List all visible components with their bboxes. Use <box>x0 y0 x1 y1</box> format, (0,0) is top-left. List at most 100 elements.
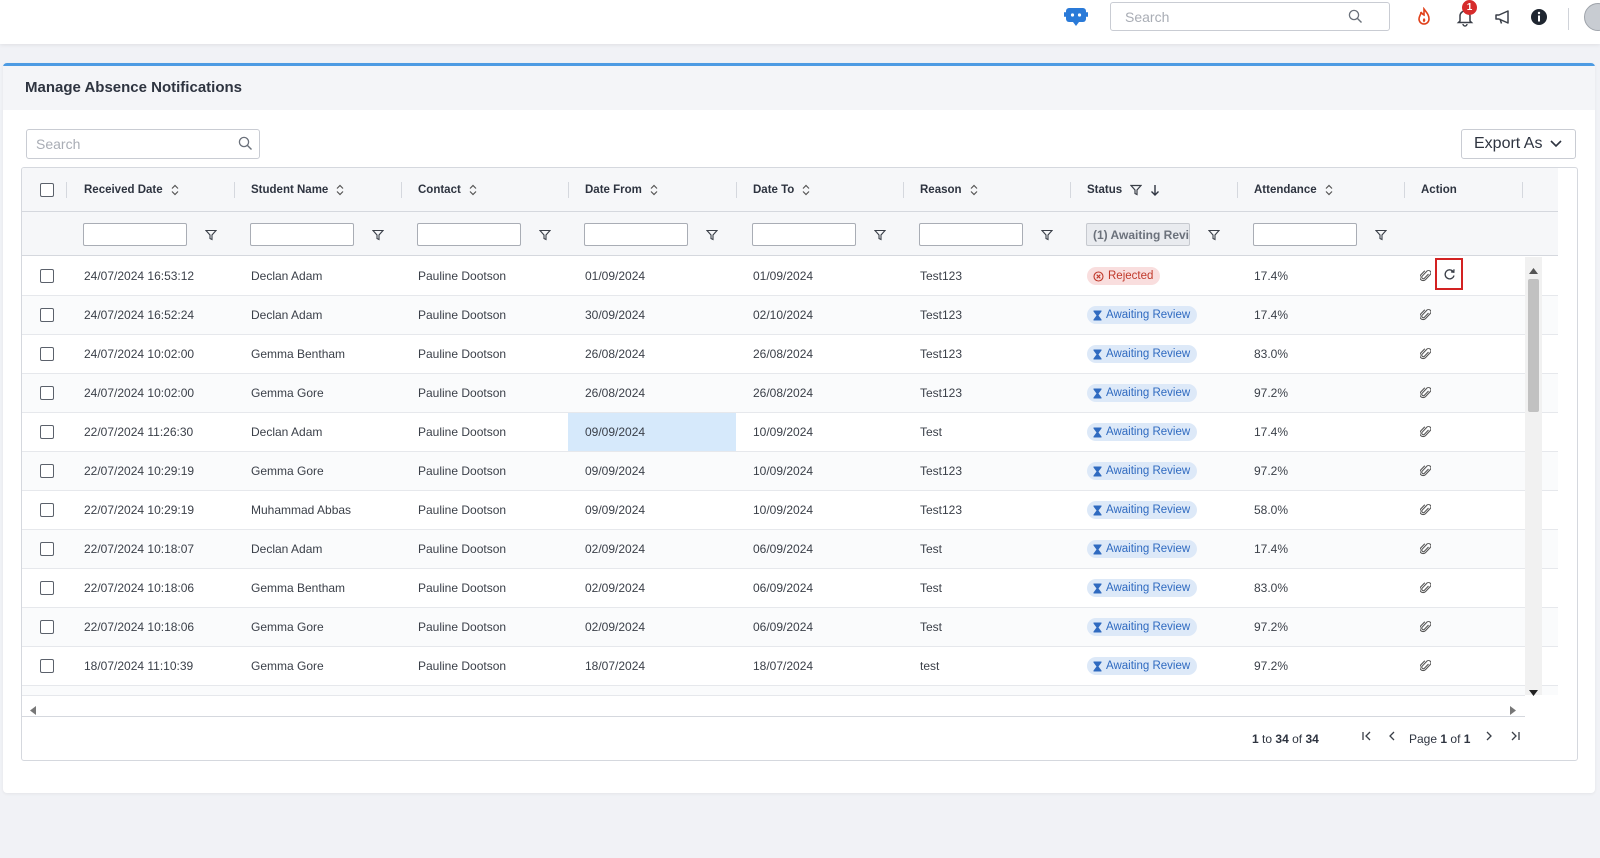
sort-icon[interactable] <box>171 184 179 196</box>
date-to-cell: 06/09/2024 <box>753 620 814 634</box>
table-row[interactable]: 22/07/2024 10:18:07 Declan Adam Pauline … <box>22 530 1558 569</box>
filter-icon[interactable] <box>538 228 552 246</box>
date-from-cell[interactable]: 09/09/2024 <box>585 413 645 451</box>
sort-descending-icon[interactable] <box>1150 184 1160 196</box>
column-header-attendance[interactable]: Attendance <box>1254 168 1333 212</box>
horizontal-scrollbar[interactable] <box>22 695 1525 717</box>
filter-reason-input[interactable] <box>919 223 1023 246</box>
vertical-scrollbar[interactable] <box>1525 257 1542 696</box>
attendance-cell: 83.0% <box>1254 347 1289 361</box>
filter-icon[interactable] <box>1207 228 1221 246</box>
sort-icon[interactable] <box>336 184 344 196</box>
table-row[interactable]: 22/07/2024 10:18:06 Gemma Gore Pauline D… <box>22 608 1558 647</box>
table-row[interactable]: 22/07/2024 10:18:06 Gemma Bentham Paulin… <box>22 569 1558 608</box>
row-checkbox[interactable] <box>40 620 54 634</box>
scroll-down-arrow-icon[interactable] <box>1529 683 1538 701</box>
row-checkbox[interactable] <box>40 503 54 517</box>
grid-body: 24/07/2024 16:53:12 Declan Adam Pauline … <box>22 257 1558 695</box>
sort-icon[interactable] <box>650 184 658 196</box>
first-page-icon[interactable] <box>1361 730 1373 745</box>
filter-active-icon[interactable] <box>1130 184 1143 196</box>
filter-icon[interactable] <box>1040 228 1054 246</box>
attendance-cell: 17.4% <box>1254 425 1289 439</box>
megaphone-icon[interactable] <box>1494 7 1514 27</box>
column-header-contact[interactable]: Contact <box>418 168 477 212</box>
contact-cell: Pauline Dootson <box>418 464 507 478</box>
scroll-up-arrow-icon[interactable] <box>1529 261 1538 279</box>
grid-search-input[interactable] <box>27 130 217 158</box>
fire-icon[interactable] <box>1414 6 1434 27</box>
table-row[interactable]: 18/07/2024 11:10:39 Gemma Gore Pauline D… <box>22 647 1558 686</box>
row-checkbox[interactable] <box>40 308 54 322</box>
table-row[interactable]: 24/07/2024 10:02:00 Gemma Bentham Paulin… <box>22 335 1558 374</box>
filter-status-input[interactable] <box>1086 223 1190 246</box>
attachment-icon[interactable] <box>1419 659 1432 675</box>
sort-icon[interactable] <box>802 184 810 196</box>
attachment-icon[interactable] <box>1419 581 1432 597</box>
filter-icon[interactable] <box>204 228 218 246</box>
row-checkbox[interactable] <box>40 425 54 439</box>
last-page-icon[interactable] <box>1509 730 1521 745</box>
hourglass-icon <box>1093 388 1102 398</box>
row-checkbox[interactable] <box>40 269 54 283</box>
row-checkbox[interactable] <box>40 464 54 478</box>
global-search[interactable] <box>1110 2 1390 31</box>
table-row[interactable]: 24/07/2024 16:52:24 Declan Adam Pauline … <box>22 296 1558 335</box>
next-page-icon[interactable] <box>1483 730 1495 745</box>
table-row[interactable]: 24/07/2024 16:53:12 Declan Adam Pauline … <box>22 257 1558 296</box>
refresh-button[interactable] <box>1435 258 1463 290</box>
attachment-icon[interactable] <box>1419 308 1432 324</box>
column-header-reason[interactable]: Reason <box>920 168 978 212</box>
filter-student-name-input[interactable] <box>250 223 354 246</box>
student-name-cell: Gemma Gore <box>251 620 324 634</box>
table-row[interactable]: 22/07/2024 10:29:19 Gemma Gore Pauline D… <box>22 452 1558 491</box>
table-row[interactable]: 24/07/2024 10:02:00 Gemma Gore Pauline D… <box>22 374 1558 413</box>
attendance-cell: 97.2% <box>1254 620 1289 634</box>
attachment-icon[interactable] <box>1419 503 1432 519</box>
chat-bot-icon[interactable] <box>1064 6 1088 28</box>
table-row[interactable]: 22/07/2024 10:29:19 Muhammad Abbas Pauli… <box>22 491 1558 530</box>
sort-icon[interactable] <box>1325 184 1333 196</box>
filter-icon[interactable] <box>705 228 719 246</box>
attachment-icon[interactable] <box>1419 269 1432 285</box>
sort-icon[interactable] <box>469 184 477 196</box>
attachment-icon[interactable] <box>1419 542 1432 558</box>
filter-attendance-input[interactable] <box>1253 223 1357 246</box>
filter-icon[interactable] <box>371 228 385 246</box>
filter-icon[interactable] <box>1374 228 1388 246</box>
avatar[interactable] <box>1584 3 1600 31</box>
filter-contact-input[interactable] <box>417 223 521 246</box>
info-icon[interactable] <box>1529 7 1549 27</box>
table-row[interactable]: 22/07/2024 11:26:30 Declan Adam Pauline … <box>22 413 1558 452</box>
column-header-received-date[interactable]: Received Date <box>84 168 179 212</box>
row-checkbox[interactable] <box>40 386 54 400</box>
search-icon[interactable] <box>238 136 253 156</box>
attachment-icon[interactable] <box>1419 464 1432 480</box>
filter-icon[interactable] <box>873 228 887 246</box>
row-checkbox[interactable] <box>40 581 54 595</box>
status-label: Rejected <box>1108 270 1154 282</box>
row-checkbox[interactable] <box>40 347 54 361</box>
search-icon[interactable] <box>1348 9 1363 29</box>
export-as-button[interactable]: Export As <box>1461 129 1576 159</box>
column-header-status[interactable]: Status <box>1087 168 1160 212</box>
previous-page-icon[interactable] <box>1386 730 1398 745</box>
student-name-cell: Declan Adam <box>251 425 323 439</box>
attachment-icon[interactable] <box>1419 347 1432 363</box>
attachment-icon[interactable] <box>1419 386 1432 402</box>
sort-icon[interactable] <box>970 184 978 196</box>
attachment-icon[interactable] <box>1419 620 1432 636</box>
grid-search[interactable] <box>26 129 260 159</box>
column-header-date-to[interactable]: Date To <box>753 168 810 212</box>
attachment-icon[interactable] <box>1419 425 1432 441</box>
filter-received-date-input[interactable] <box>83 223 187 246</box>
column-header-student-name[interactable]: Student Name <box>251 168 344 212</box>
scrollbar-thumb[interactable] <box>1528 279 1539 412</box>
filter-date-to-input[interactable] <box>752 223 856 246</box>
select-all-checkbox[interactable] <box>40 183 54 197</box>
global-search-input[interactable] <box>1111 3 1341 30</box>
filter-date-from-input[interactable] <box>584 223 688 246</box>
row-checkbox[interactable] <box>40 542 54 556</box>
row-checkbox[interactable] <box>40 659 54 673</box>
column-header-date-from[interactable]: Date From <box>585 168 658 212</box>
